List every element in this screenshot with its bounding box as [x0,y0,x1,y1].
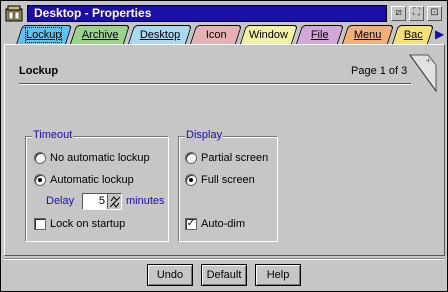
auto-dim-label: Auto-dim [201,218,246,230]
tab-desktop-label: Desktop [139,29,181,41]
automatic-lockup-label: Automatic lockup [50,174,134,186]
full-screen-radio[interactable]: Full screen [185,173,275,189]
tab-bac-label: Bac [403,29,423,41]
radio-indicator [34,152,46,164]
delay-value[interactable]: 5 [99,195,105,207]
tab-lockup-label: Lockup [25,27,63,43]
page-title: Lockup [19,65,59,77]
tab-file-label: File [310,29,329,41]
header-divider [19,83,411,85]
tab-lockup[interactable]: Lockup [15,25,73,45]
lock-on-startup-label: Lock on startup [50,218,126,230]
timeout-legend: Timeout [32,129,74,141]
page-count: Page 1 of 3 [351,65,408,77]
close-button[interactable]: ⊡ [427,6,442,21]
default-button[interactable]: Default [201,264,247,286]
tab-file[interactable]: File [295,25,345,44]
tab-menu-label: Menu [354,29,382,41]
page-turn-icon[interactable]: + [408,53,438,93]
automatic-lockup-radio[interactable]: Automatic lockup [34,173,164,189]
spinner-arrows-icon[interactable] [107,194,121,209]
partial-screen-radio[interactable]: Partial screen [185,151,275,167]
auto-dim-checkbox[interactable]: ✓ Auto-dim [185,217,275,233]
tab-page: Lockup Page 1 of 3 + Timeout No automati… [4,44,445,256]
properties-window: Desktop - Properties ⧄ ⛶ ⊡ Lockup Archiv… [0,0,448,292]
partial-screen-label: Partial screen [201,152,269,164]
tab-scroll-right-icon[interactable]: ▶ [435,27,444,41]
desktop-folder-icon[interactable] [5,4,23,22]
svg-text:+: + [426,56,431,65]
tab-menu[interactable]: Menu [341,25,395,44]
lock-on-startup-checkbox[interactable]: Lock on startup [34,217,164,233]
tab-icon-label: Icon [205,29,227,41]
minimize-icon: ⧄ [395,7,402,18]
undo-button[interactable]: Undo [147,264,193,286]
title-bar[interactable]: Desktop - Properties ⧄ ⛶ ⊡ [1,1,447,25]
delay-unit: minutes [126,195,165,207]
tab-icon[interactable]: Icon [189,25,243,44]
minimize-button[interactable]: ⧄ [391,6,406,21]
display-group: Display Partial screen Full screen ✓ Aut… [178,129,278,242]
radio-indicator-selected [34,174,46,186]
window-title: Desktop - Properties [34,6,152,20]
display-legend: Display [185,129,224,141]
close-icon: ⊡ [430,7,439,18]
delay-spinner[interactable]: 5 [82,193,122,210]
full-screen-label: Full screen [201,174,255,186]
maximize-icon: ⛶ [413,7,420,18]
no-automatic-lockup-label: No automatic lockup [50,152,150,164]
tab-archive[interactable]: Archive [69,25,131,44]
checkbox-indicator [34,218,46,230]
maximize-button[interactable]: ⛶ [409,6,424,21]
tab-bar: Lockup Archive Desktop Icon Window File … [15,25,447,45]
no-automatic-lockup-radio[interactable]: No automatic lockup [34,151,164,167]
delay-label: Delay [46,195,75,207]
tab-window-label: Window [249,29,289,41]
tab-bac[interactable]: Bac [391,25,435,44]
radio-indicator [185,152,197,164]
tab-desktop[interactable]: Desktop [127,25,193,44]
radio-indicator-selected [185,174,197,186]
checkbox-checked-indicator: ✓ [185,218,197,230]
tab-window[interactable]: Window [239,25,299,44]
footer-divider [4,258,445,260]
help-button[interactable]: Help [255,264,301,286]
timeout-group: Timeout No automatic lockup Automatic lo… [25,129,169,242]
tab-archive-label: Archive [81,29,119,41]
